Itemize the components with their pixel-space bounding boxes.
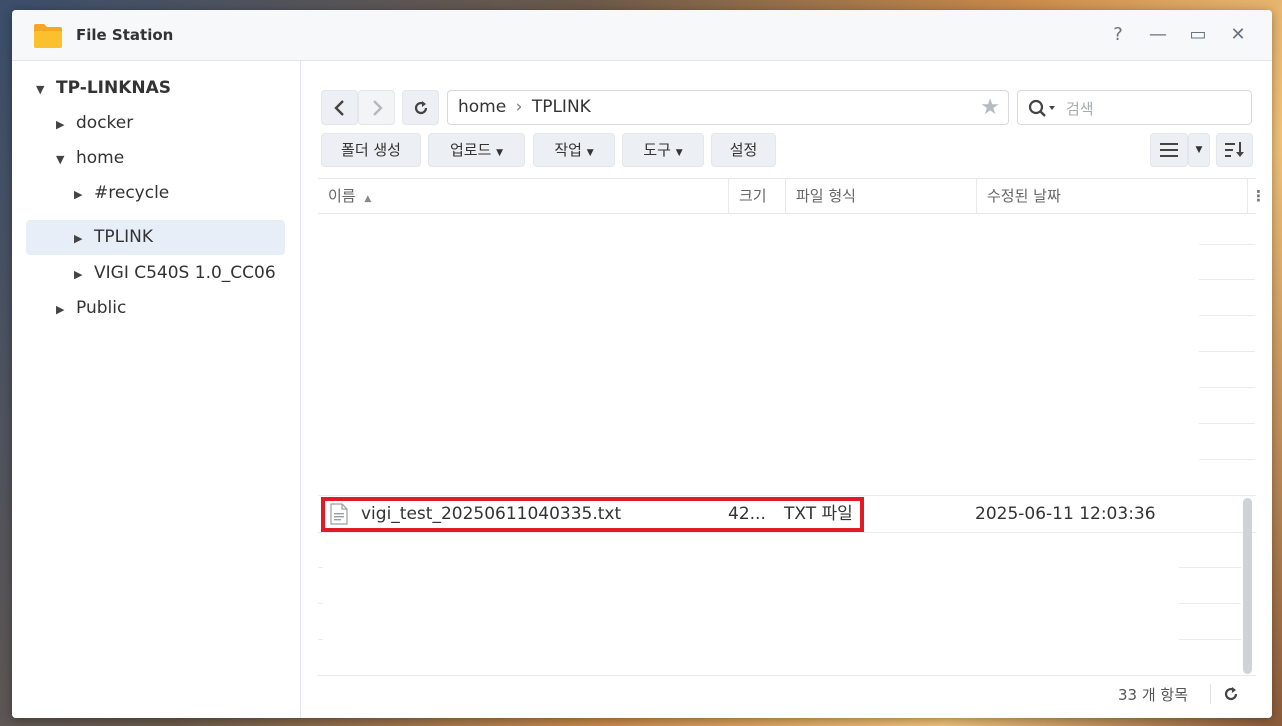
highlight-box — [321, 497, 864, 532]
column-divider — [1247, 179, 1248, 213]
grid-header: 이름 ▲ 크기 파일 형식 수정된 날짜 ⋮ — [318, 178, 1266, 214]
tree-item-docker[interactable]: ▶ docker — [56, 106, 286, 140]
tree-item-label: TPLINK — [94, 227, 153, 247]
column-name-label: 이름 — [328, 187, 356, 205]
column-modified[interactable]: 수정된 날짜 — [987, 179, 1061, 213]
chevron-left-icon — [333, 100, 344, 116]
tree-item-recycle[interactable]: ▶ #recycle — [74, 176, 286, 210]
tree-item-tplink[interactable]: ▶ TPLINK — [26, 220, 285, 255]
caret-right-icon[interactable]: ▶ — [56, 108, 70, 142]
refresh-icon[interactable] — [1222, 685, 1240, 703]
tree-item-label: VIGI C540S 1.0_CC06 — [94, 263, 276, 283]
file-station-window: File Station ? — ▭ ✕ ▼ TP-LINKNAS ▶ docker… — [12, 10, 1272, 718]
caret-right-icon[interactable]: ▶ — [74, 178, 88, 212]
back-button[interactable] — [321, 90, 358, 125]
action-button[interactable]: 작업 ▼ — [533, 133, 615, 167]
tree-item-label: docker — [76, 113, 134, 133]
tools-label: 도구 — [643, 141, 671, 159]
search-input[interactable]: 검색 — [1066, 98, 1094, 119]
tree-item-tp-linknas[interactable]: ▼ TP-LINKNAS — [36, 71, 286, 105]
caret-down-icon[interactable]: ▼ — [36, 73, 50, 107]
search-box[interactable]: 검색 — [1017, 90, 1252, 125]
column-options-icon[interactable]: ⋮ — [1251, 179, 1266, 213]
tree-item-label: Public — [76, 298, 127, 318]
forward-button[interactable] — [358, 90, 395, 125]
action-label: 작업 — [554, 141, 582, 159]
chevron-right-icon — [372, 100, 383, 116]
vertical-scrollbar[interactable] — [1243, 498, 1252, 674]
tree-item-label: home — [76, 148, 125, 168]
caret-down-icon: ▼ — [1195, 145, 1203, 155]
minimize-button[interactable]: — — [1145, 22, 1171, 48]
search-icon[interactable] — [1028, 98, 1058, 118]
caret-down-icon: ▼ — [586, 148, 594, 158]
settings-button[interactable]: 설정 — [711, 133, 776, 167]
caret-right-icon[interactable]: ▶ — [74, 222, 88, 256]
help-button[interactable]: ? — [1105, 22, 1131, 48]
column-divider — [785, 179, 786, 213]
list-icon — [1160, 143, 1178, 157]
folder-app-icon — [34, 24, 62, 48]
tree-item-label: TP-LINKNAS — [56, 78, 171, 98]
column-name[interactable]: 이름 ▲ — [328, 179, 718, 213]
column-size[interactable]: 크기 — [739, 179, 767, 213]
item-count: 33 개 항목 — [1118, 686, 1189, 704]
caret-right-icon[interactable]: ▶ — [56, 293, 70, 327]
list-view-button[interactable] — [1150, 133, 1188, 167]
path-separator: › — [515, 97, 523, 117]
upload-label: 업로드 — [449, 141, 492, 159]
column-divider — [728, 179, 729, 213]
tools-button[interactable]: 도구 ▼ — [622, 133, 704, 167]
refresh-button[interactable] — [402, 90, 439, 125]
tree-item-public[interactable]: ▶ Public — [56, 291, 286, 325]
maximize-button[interactable]: ▭ — [1185, 22, 1211, 48]
title-bar: File Station ? — ▭ ✕ — [12, 10, 1272, 61]
app-title: File Station — [76, 26, 174, 44]
close-button[interactable]: ✕ — [1225, 22, 1251, 48]
caret-down-icon: ▼ — [496, 148, 504, 158]
column-divider — [976, 179, 977, 213]
sidebar-tree: ▼ TP-LINKNAS ▶ docker ▼ home ▶ #recycle ▶ TPL… — [12, 61, 301, 718]
file-modified: 2025-06-11 12:03:36 — [975, 504, 1156, 524]
caret-down-icon: ▼ — [675, 148, 683, 158]
tree-item-label: #recycle — [94, 183, 170, 203]
caret-right-icon[interactable]: ▶ — [74, 258, 88, 292]
sort-button[interactable] — [1216, 133, 1253, 167]
grid-footer: 33 개 항목 — [318, 675, 1256, 712]
sort-icon — [1224, 142, 1244, 157]
path-segment-home[interactable]: home — [458, 97, 506, 117]
new-folder-button[interactable]: 폴더 생성 — [321, 133, 421, 167]
column-type[interactable]: 파일 형식 — [796, 179, 856, 213]
path-bar[interactable]: home › TPLINK ★ — [447, 90, 1009, 125]
footer-divider — [1210, 684, 1211, 704]
upload-button[interactable]: 업로드 ▼ — [428, 133, 525, 167]
tree-item-home[interactable]: ▼ home — [56, 141, 286, 175]
sort-asc-icon: ▲ — [364, 194, 372, 204]
path-segment-tplink[interactable]: TPLINK — [532, 97, 591, 117]
star-icon[interactable]: ★ — [980, 91, 1000, 124]
refresh-icon — [414, 101, 427, 115]
tree-item-vigi[interactable]: ▶ VIGI C540S 1.0_CC06 — [74, 256, 286, 290]
main-panel: home › TPLINK ★ 검색 폴더 생성 업로드 ▼ 작업 ▼ 도구 ▼… — [301, 61, 1272, 718]
caret-down-icon[interactable]: ▼ — [56, 143, 70, 177]
view-dropdown-button[interactable]: ▼ — [1188, 133, 1210, 167]
